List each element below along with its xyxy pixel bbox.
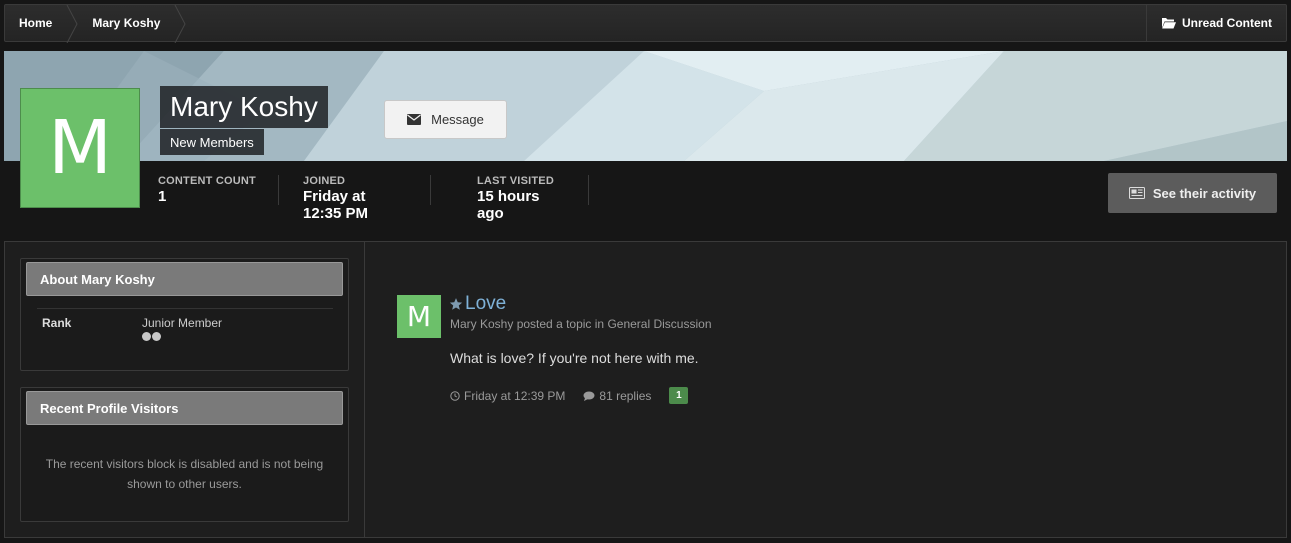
- stat-last-visited: LAST VISITED 15 hours ago: [477, 175, 589, 222]
- breadcrumb: Home Mary Koshy: [5, 5, 186, 43]
- activity-avatar[interactable]: M: [397, 295, 441, 338]
- unread-content-label: Unread Content: [1182, 16, 1272, 30]
- activity-title-link[interactable]: Love: [465, 293, 506, 315]
- message-label: Message: [431, 112, 484, 127]
- stat-content-count: CONTENT COUNT 1: [158, 175, 279, 205]
- stat-value: 15 hours ago: [477, 188, 540, 222]
- activity-meta: Mary Koshy posted a topic in General Dis…: [450, 317, 712, 331]
- activity-forum-link[interactable]: General Discussion: [607, 317, 711, 331]
- about-widget: About Mary Koshy Rank Junior Member: [20, 258, 349, 371]
- stat-joined: JOINED Friday at 12:35 PM: [278, 175, 431, 222]
- activity-badge: 1: [669, 387, 689, 404]
- visitors-disabled-message: The recent visitors block is disabled an…: [45, 457, 324, 491]
- profile-group: New Members: [160, 129, 264, 155]
- activity-action: posted a topic in: [516, 317, 605, 331]
- sidebar-divider: [364, 241, 365, 538]
- envelope-icon: [407, 114, 422, 125]
- stat-value: Friday at 12:35 PM: [303, 188, 369, 222]
- newspaper-icon: [1128, 187, 1145, 199]
- folder-open-icon: [1161, 18, 1176, 29]
- activity-snippet: What is love? If you're not here with me…: [450, 350, 699, 366]
- activity-time: Friday at 12:39 PM: [450, 389, 565, 403]
- activity-replies: 81 replies: [583, 389, 651, 403]
- breadcrumb-current[interactable]: Mary Koshy: [78, 5, 174, 41]
- rank-pip-icon: [152, 332, 161, 341]
- breadcrumb-separator-icon: [174, 5, 186, 43]
- breadcrumb-home[interactable]: Home: [5, 5, 66, 41]
- visitors-widget-title: Recent Profile Visitors: [26, 391, 343, 425]
- profile-avatar: M: [20, 88, 140, 208]
- activity-replies-label: 81 replies: [599, 388, 652, 403]
- clock-icon: [450, 390, 460, 401]
- breadcrumb-bar: Home Mary Koshy Unread Content: [4, 4, 1287, 43]
- unread-content-link[interactable]: Unread Content: [1146, 5, 1286, 41]
- see-activity-label: See their activity: [1152, 185, 1257, 201]
- stat-label: CONTENT COUNT: [158, 175, 256, 187]
- rank-value: Junior Member: [142, 316, 223, 330]
- rank-pip-icon: [142, 332, 151, 341]
- see-activity-button[interactable]: See their activity: [1108, 173, 1277, 213]
- comment-icon: [583, 391, 595, 401]
- profile-name: Mary Koshy: [160, 86, 328, 128]
- activity-title-row: Love: [449, 293, 506, 315]
- rank-row: Rank Junior Member: [37, 308, 333, 348]
- activity-time-label: Friday at 12:39 PM: [464, 388, 566, 403]
- about-widget-title: About Mary Koshy: [26, 262, 343, 296]
- rank-pips: [142, 332, 161, 341]
- activity-stats: Friday at 12:39 PM 81 replies 1: [450, 387, 689, 404]
- visitors-widget: Recent Profile Visitors The recent visit…: [20, 387, 349, 522]
- star-icon: [449, 298, 463, 310]
- stat-value: 1: [158, 188, 167, 205]
- stat-label: LAST VISITED: [477, 175, 554, 187]
- breadcrumb-separator-icon: [66, 5, 78, 43]
- rank-label: Rank: [42, 316, 72, 330]
- stat-label: JOINED: [303, 175, 346, 187]
- activity-author-link[interactable]: Mary Koshy: [450, 317, 513, 331]
- message-button[interactable]: Message: [384, 100, 507, 139]
